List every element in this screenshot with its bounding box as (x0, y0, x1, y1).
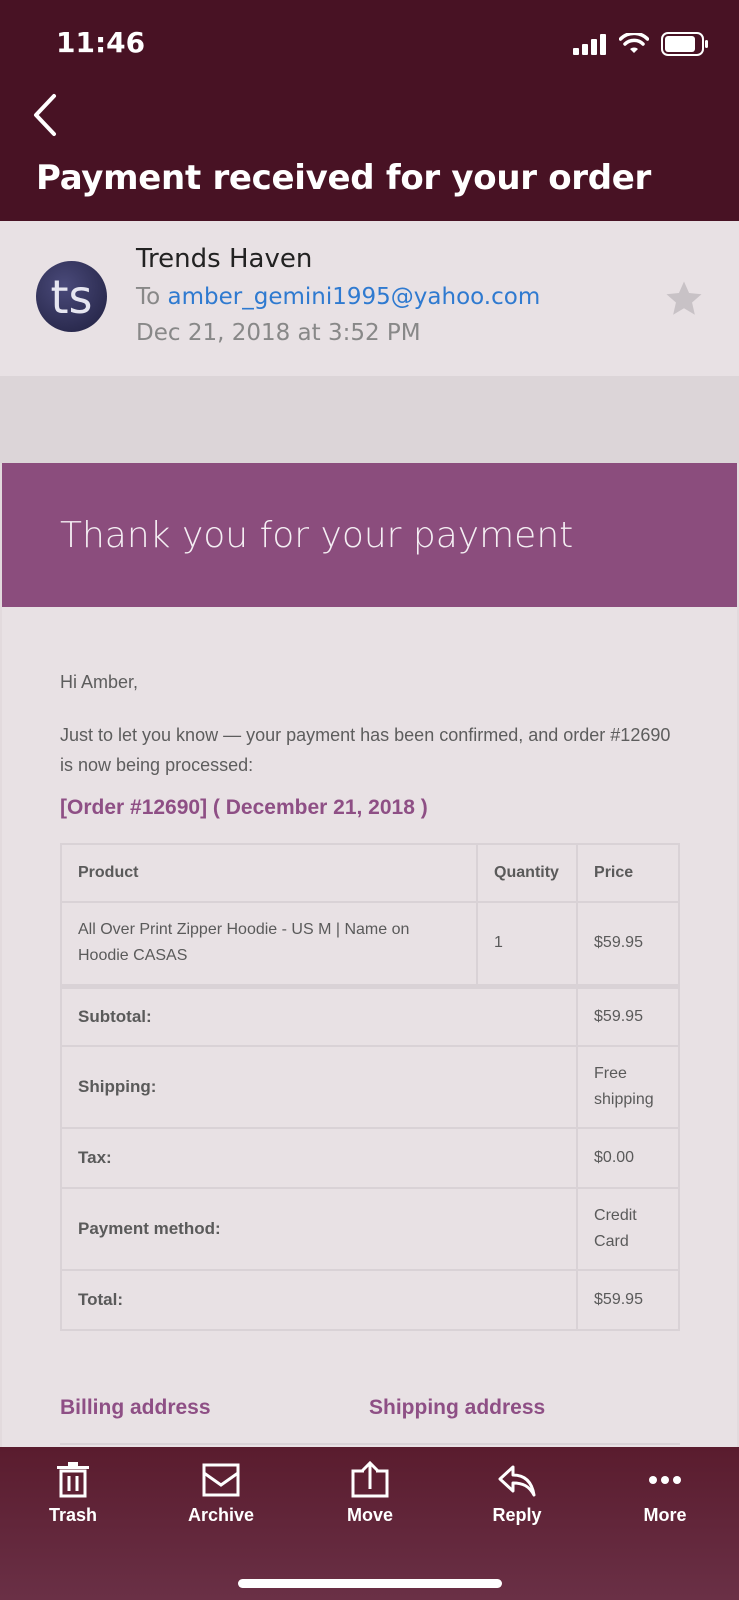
payment-method-value: Credit Card (576, 1187, 680, 1271)
more-icon (649, 1476, 681, 1484)
shipping-address-heading: Shipping address (369, 1396, 546, 1419)
archive-icon (202, 1463, 240, 1497)
archive-button[interactable]: Archive (166, 1461, 276, 1526)
email-date: Dec 21, 2018 at 3:52 PM (136, 320, 421, 346)
total-label: Total: (59, 1269, 579, 1331)
subtotal-label: Subtotal: (59, 983, 579, 1047)
email-subject: Payment received for your order (36, 158, 652, 198)
payment-method-label: Payment method: (59, 1187, 579, 1271)
trash-label: Trash (48, 1505, 98, 1525)
billing-address-heading: Billing address (60, 1396, 211, 1419)
wifi-icon (619, 33, 649, 53)
status-icons (573, 32, 709, 56)
greeting: Hi Amber, (60, 672, 139, 692)
home-indicator[interactable] (238, 1579, 502, 1588)
reply-label: Reply (492, 1505, 542, 1525)
intro-text: Just to let you know — your payment has … (60, 725, 671, 775)
email-banner: Thank you for your payment (2, 463, 737, 607)
table-row: Tax: $0.00 (59, 1127, 680, 1189)
action-toolbar: Trash Archive Move Reply More (0, 1447, 739, 1600)
sender-avatar[interactable]: ts (36, 261, 107, 332)
item-price: $59.95 (576, 901, 680, 987)
trash-icon (57, 1462, 89, 1498)
tax-label: Tax: (59, 1127, 579, 1189)
nav-header: 11:46 Payment received for your order (0, 0, 739, 221)
col-price: Price (576, 843, 680, 903)
table-row: All Over Print Zipper Hoodie - US M | Na… (59, 901, 680, 987)
shipping-label: Shipping: (59, 1045, 579, 1129)
move-label: Move (346, 1505, 393, 1525)
table-row: Payment method: Credit Card (59, 1187, 680, 1271)
order-heading[interactable]: [Order #12690] ( December 21, 2018 ) (60, 796, 428, 820)
table-row: Shipping: Free shipping (59, 1045, 680, 1129)
table-header-row: Product Quantity Price (59, 843, 680, 903)
table-row: Subtotal: $59.95 (59, 983, 680, 1047)
sender-name[interactable]: Trends Haven (136, 244, 312, 274)
to-prefix: To (136, 284, 161, 310)
status-time: 11:46 (56, 26, 146, 59)
back-chevron-icon[interactable] (28, 90, 68, 140)
trash-button[interactable]: Trash (18, 1461, 128, 1526)
signal-icon (573, 34, 606, 55)
total-value: $59.95 (576, 1269, 680, 1331)
battery-icon (661, 32, 708, 56)
table-row: Total: $59.95 (59, 1269, 680, 1331)
item-product: All Over Print Zipper Hoodie - US M | Na… (59, 901, 479, 987)
recipient-email[interactable]: amber_gemini1995@yahoo.com (168, 284, 541, 310)
reply-icon (498, 1465, 536, 1497)
move-button[interactable]: Move (315, 1461, 425, 1526)
recipient-line: To amber_gemini1995@yahoo.com (136, 284, 540, 310)
col-product: Product (59, 843, 479, 903)
archive-label: Archive (187, 1505, 255, 1525)
shipping-value: Free shipping (576, 1045, 680, 1129)
more-button[interactable]: More (610, 1461, 720, 1526)
tax-value: $0.00 (576, 1127, 680, 1189)
divider-band (0, 376, 739, 463)
address-divider (60, 1443, 680, 1445)
item-quantity: 1 (476, 901, 579, 987)
reply-button[interactable]: Reply (462, 1461, 572, 1526)
col-quantity: Quantity (476, 843, 579, 903)
subtotal-value: $59.95 (576, 983, 680, 1047)
banner-title: Thank you for your payment (60, 515, 574, 556)
order-table: Product Quantity Price All Over Print Zi… (59, 843, 680, 1331)
star-icon[interactable] (663, 278, 705, 320)
more-label: More (643, 1505, 687, 1525)
move-icon (351, 1461, 389, 1498)
